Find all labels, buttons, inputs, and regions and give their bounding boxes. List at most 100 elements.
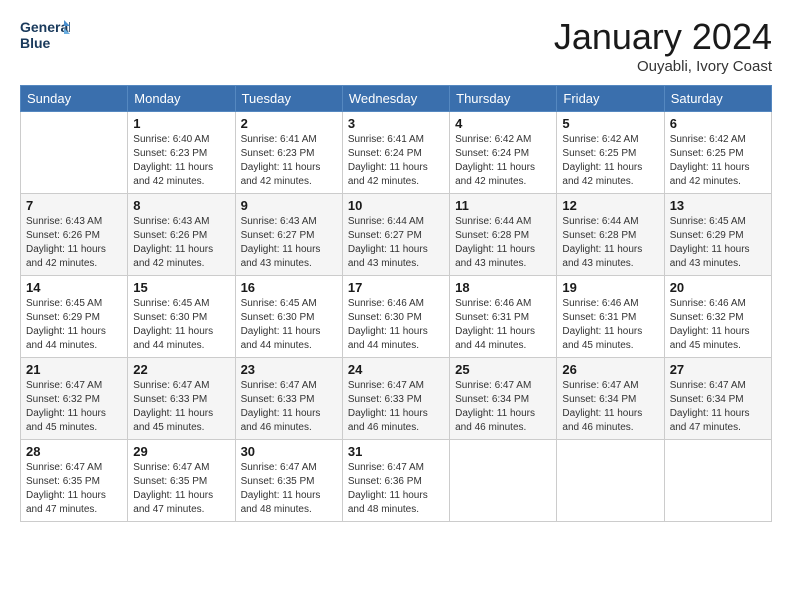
sunrise-text: Sunrise: 6:41 AM xyxy=(348,134,424,145)
sunset-text: Sunset: 6:26 PM xyxy=(26,230,100,241)
day-info: Sunrise: 6:46 AM Sunset: 6:32 PM Dayligh… xyxy=(670,297,766,353)
sunrise-text: Sunrise: 6:44 AM xyxy=(348,216,424,227)
sunrise-text: Sunrise: 6:46 AM xyxy=(348,298,424,309)
sunrise-text: Sunrise: 6:47 AM xyxy=(133,462,209,473)
sunrise-text: Sunrise: 6:47 AM xyxy=(455,380,531,391)
svg-text:Blue: Blue xyxy=(20,35,51,51)
sunrise-text: Sunrise: 6:47 AM xyxy=(562,380,638,391)
day-info: Sunrise: 6:40 AM Sunset: 6:23 PM Dayligh… xyxy=(133,133,229,189)
day-info: Sunrise: 6:43 AM Sunset: 6:26 PM Dayligh… xyxy=(26,215,122,271)
day-info: Sunrise: 6:43 AM Sunset: 6:26 PM Dayligh… xyxy=(133,215,229,271)
sunrise-text: Sunrise: 6:45 AM xyxy=(26,298,102,309)
day-info: Sunrise: 6:46 AM Sunset: 6:30 PM Dayligh… xyxy=(348,297,444,353)
day-number: 16 xyxy=(241,280,337,295)
col-saturday: Saturday xyxy=(664,86,771,112)
day-cell: 21 Sunrise: 6:47 AM Sunset: 6:32 PM Dayl… xyxy=(21,358,128,440)
day-cell: 19 Sunrise: 6:46 AM Sunset: 6:31 PM Dayl… xyxy=(557,276,664,358)
month-title: January 2024 xyxy=(554,16,772,58)
sunset-text: Sunset: 6:35 PM xyxy=(241,476,315,487)
day-info: Sunrise: 6:47 AM Sunset: 6:36 PM Dayligh… xyxy=(348,461,444,517)
daylight-text: Daylight: 11 hours and 42 minutes. xyxy=(670,162,750,187)
col-friday: Friday xyxy=(557,86,664,112)
day-cell: 24 Sunrise: 6:47 AM Sunset: 6:33 PM Dayl… xyxy=(342,358,449,440)
day-cell: 22 Sunrise: 6:47 AM Sunset: 6:33 PM Dayl… xyxy=(128,358,235,440)
day-cell xyxy=(21,112,128,194)
day-cell: 31 Sunrise: 6:47 AM Sunset: 6:36 PM Dayl… xyxy=(342,440,449,522)
day-cell: 15 Sunrise: 6:45 AM Sunset: 6:30 PM Dayl… xyxy=(128,276,235,358)
logo-svg: General Blue xyxy=(20,16,70,60)
day-number: 5 xyxy=(562,116,658,131)
day-cell: 13 Sunrise: 6:45 AM Sunset: 6:29 PM Dayl… xyxy=(664,194,771,276)
day-cell: 29 Sunrise: 6:47 AM Sunset: 6:35 PM Dayl… xyxy=(128,440,235,522)
day-info: Sunrise: 6:47 AM Sunset: 6:35 PM Dayligh… xyxy=(133,461,229,517)
day-cell: 27 Sunrise: 6:47 AM Sunset: 6:34 PM Dayl… xyxy=(664,358,771,440)
day-number: 31 xyxy=(348,444,444,459)
day-cell: 1 Sunrise: 6:40 AM Sunset: 6:23 PM Dayli… xyxy=(128,112,235,194)
sunrise-text: Sunrise: 6:47 AM xyxy=(133,380,209,391)
day-number: 26 xyxy=(562,362,658,377)
daylight-text: Daylight: 11 hours and 42 minutes. xyxy=(133,244,213,269)
day-info: Sunrise: 6:45 AM Sunset: 6:30 PM Dayligh… xyxy=(133,297,229,353)
day-cell: 9 Sunrise: 6:43 AM Sunset: 6:27 PM Dayli… xyxy=(235,194,342,276)
day-number: 1 xyxy=(133,116,229,131)
daylight-text: Daylight: 11 hours and 43 minutes. xyxy=(241,244,321,269)
sunset-text: Sunset: 6:31 PM xyxy=(562,312,636,323)
daylight-text: Daylight: 11 hours and 47 minutes. xyxy=(670,408,750,433)
daylight-text: Daylight: 11 hours and 42 minutes. xyxy=(562,162,642,187)
sunset-text: Sunset: 6:32 PM xyxy=(670,312,744,323)
col-wednesday: Wednesday xyxy=(342,86,449,112)
day-cell xyxy=(557,440,664,522)
daylight-text: Daylight: 11 hours and 44 minutes. xyxy=(26,326,106,351)
day-number: 9 xyxy=(241,198,337,213)
week-row-1: 1 Sunrise: 6:40 AM Sunset: 6:23 PM Dayli… xyxy=(21,112,772,194)
sunset-text: Sunset: 6:23 PM xyxy=(241,148,315,159)
day-info: Sunrise: 6:45 AM Sunset: 6:29 PM Dayligh… xyxy=(26,297,122,353)
day-number: 3 xyxy=(348,116,444,131)
daylight-text: Daylight: 11 hours and 46 minutes. xyxy=(348,408,428,433)
sunset-text: Sunset: 6:23 PM xyxy=(133,148,207,159)
day-cell: 20 Sunrise: 6:46 AM Sunset: 6:32 PM Dayl… xyxy=(664,276,771,358)
daylight-text: Daylight: 11 hours and 42 minutes. xyxy=(348,162,428,187)
sunrise-text: Sunrise: 6:40 AM xyxy=(133,134,209,145)
daylight-text: Daylight: 11 hours and 43 minutes. xyxy=(562,244,642,269)
sunrise-text: Sunrise: 6:47 AM xyxy=(348,380,424,391)
daylight-text: Daylight: 11 hours and 42 minutes. xyxy=(455,162,535,187)
daylight-text: Daylight: 11 hours and 43 minutes. xyxy=(348,244,428,269)
day-cell: 6 Sunrise: 6:42 AM Sunset: 6:25 PM Dayli… xyxy=(664,112,771,194)
sunrise-text: Sunrise: 6:43 AM xyxy=(133,216,209,227)
daylight-text: Daylight: 11 hours and 45 minutes. xyxy=(26,408,106,433)
day-number: 13 xyxy=(670,198,766,213)
daylight-text: Daylight: 11 hours and 44 minutes. xyxy=(133,326,213,351)
day-cell: 28 Sunrise: 6:47 AM Sunset: 6:35 PM Dayl… xyxy=(21,440,128,522)
day-cell: 12 Sunrise: 6:44 AM Sunset: 6:28 PM Dayl… xyxy=(557,194,664,276)
location: Ouyabli, Ivory Coast xyxy=(554,58,772,75)
daylight-text: Daylight: 11 hours and 48 minutes. xyxy=(348,490,428,515)
title-block: January 2024 Ouyabli, Ivory Coast xyxy=(554,16,772,75)
day-number: 20 xyxy=(670,280,766,295)
col-tuesday: Tuesday xyxy=(235,86,342,112)
daylight-text: Daylight: 11 hours and 45 minutes. xyxy=(133,408,213,433)
sunrise-text: Sunrise: 6:47 AM xyxy=(241,462,317,473)
sunrise-text: Sunrise: 6:44 AM xyxy=(455,216,531,227)
logo: General Blue xyxy=(20,16,70,60)
day-cell: 26 Sunrise: 6:47 AM Sunset: 6:34 PM Dayl… xyxy=(557,358,664,440)
day-number: 30 xyxy=(241,444,337,459)
sunset-text: Sunset: 6:25 PM xyxy=(670,148,744,159)
day-info: Sunrise: 6:44 AM Sunset: 6:28 PM Dayligh… xyxy=(562,215,658,271)
sunrise-text: Sunrise: 6:47 AM xyxy=(26,462,102,473)
week-row-4: 21 Sunrise: 6:47 AM Sunset: 6:32 PM Dayl… xyxy=(21,358,772,440)
sunset-text: Sunset: 6:33 PM xyxy=(241,394,315,405)
day-info: Sunrise: 6:47 AM Sunset: 6:34 PM Dayligh… xyxy=(455,379,551,435)
sunset-text: Sunset: 6:35 PM xyxy=(26,476,100,487)
sunset-text: Sunset: 6:32 PM xyxy=(26,394,100,405)
sunrise-text: Sunrise: 6:42 AM xyxy=(670,134,746,145)
sunset-text: Sunset: 6:36 PM xyxy=(348,476,422,487)
day-info: Sunrise: 6:47 AM Sunset: 6:34 PM Dayligh… xyxy=(562,379,658,435)
day-number: 14 xyxy=(26,280,122,295)
svg-text:General: General xyxy=(20,19,70,35)
day-info: Sunrise: 6:46 AM Sunset: 6:31 PM Dayligh… xyxy=(455,297,551,353)
daylight-text: Daylight: 11 hours and 46 minutes. xyxy=(562,408,642,433)
day-cell: 3 Sunrise: 6:41 AM Sunset: 6:24 PM Dayli… xyxy=(342,112,449,194)
day-info: Sunrise: 6:42 AM Sunset: 6:24 PM Dayligh… xyxy=(455,133,551,189)
col-sunday: Sunday xyxy=(21,86,128,112)
